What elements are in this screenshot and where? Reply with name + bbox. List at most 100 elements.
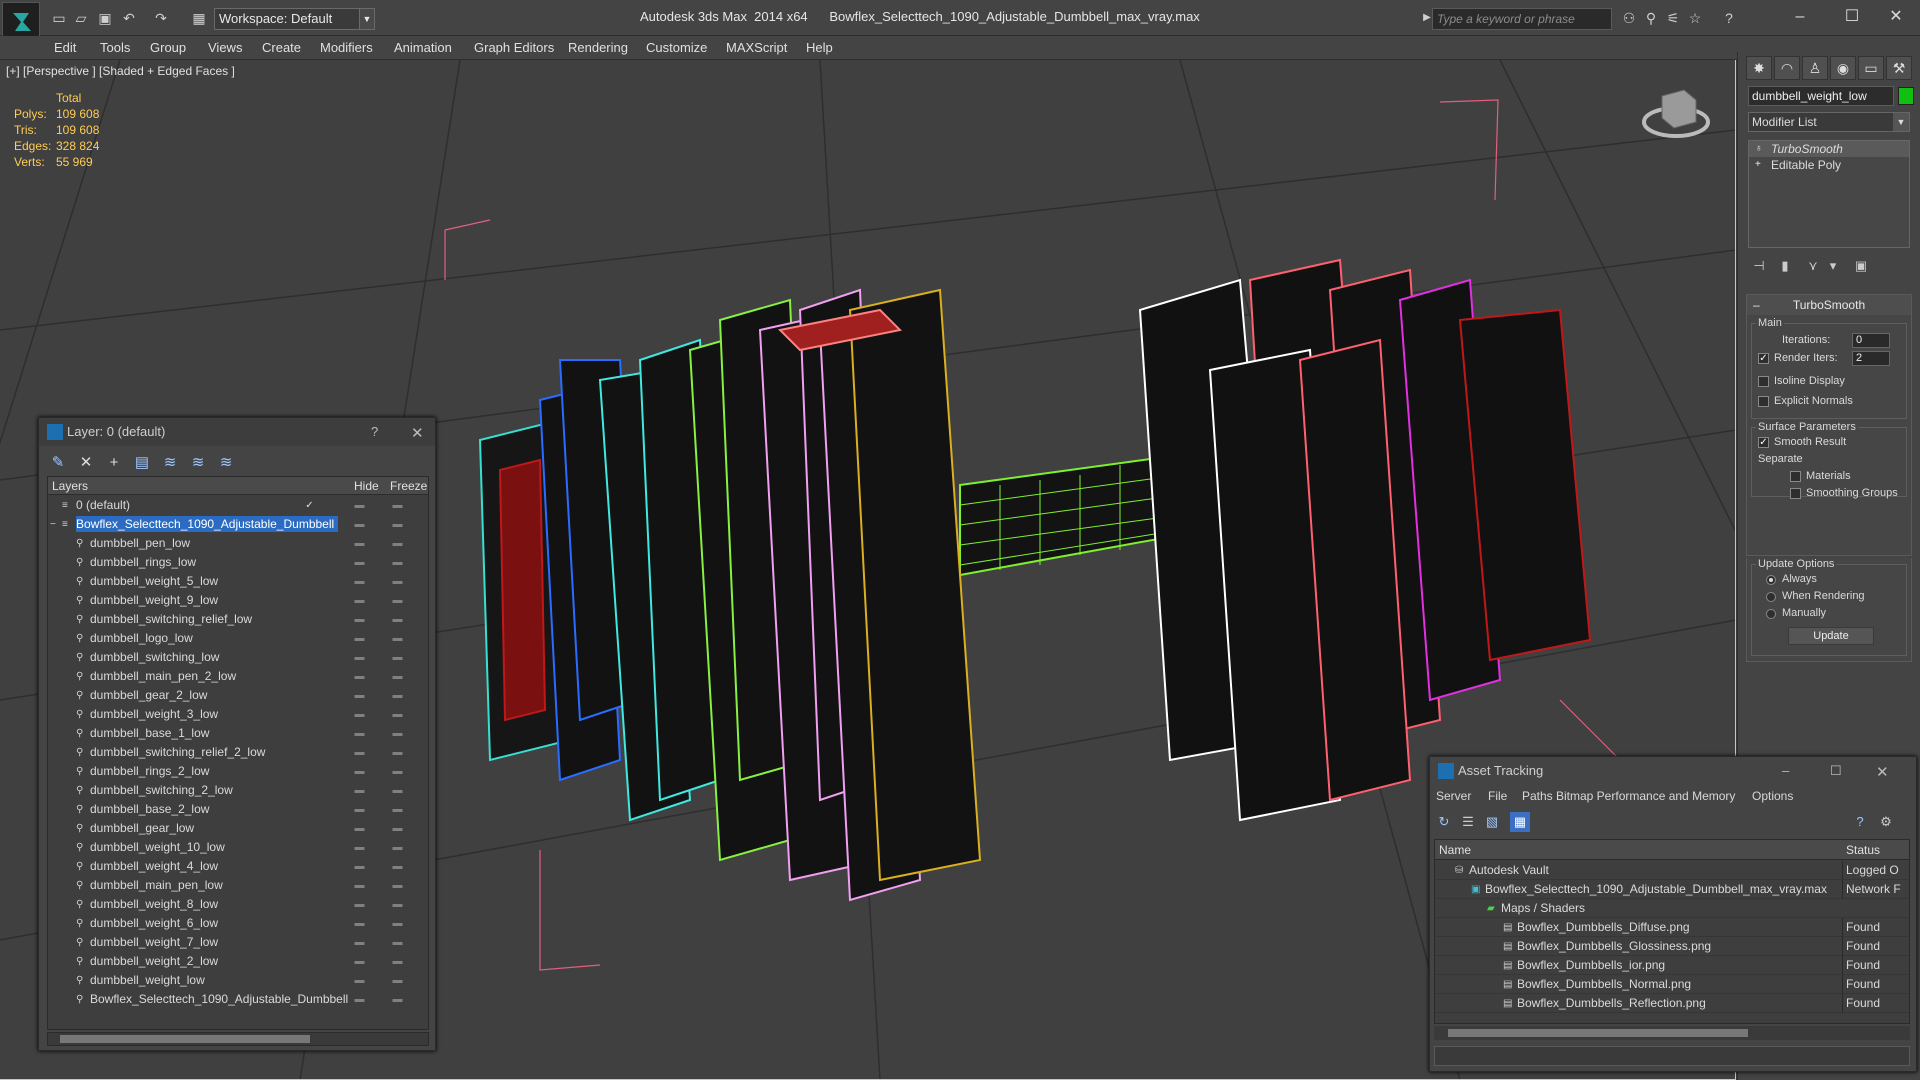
turbosmooth-rollout-header[interactable]: – TurboSmooth <box>1747 295 1911 315</box>
column-hide[interactable]: Hide <box>354 479 379 493</box>
motion-tab-icon[interactable]: ◉ <box>1830 56 1856 80</box>
freeze-toggle-icon[interactable]: ▬ <box>388 838 406 857</box>
layer-row[interactable]: ⚲ dumbbell_weight_low ▬ ▬ <box>48 971 428 990</box>
menu-group[interactable]: Group <box>150 40 186 55</box>
maximize-button[interactable]: ☐ <box>1832 6 1872 28</box>
hide-toggle-icon[interactable]: ▬ <box>350 857 368 876</box>
menu-modifiers[interactable]: Modifiers <box>320 40 373 55</box>
layer-row[interactable]: ⚲ dumbbell_weight_5_low ▬ ▬ <box>48 572 428 591</box>
collapse-icon[interactable]: − <box>50 519 60 530</box>
layer-row[interactable]: ⚲ dumbbell_weight_10_low ▬ ▬ <box>48 838 428 857</box>
scrollbar-thumb[interactable] <box>60 1035 310 1043</box>
freeze-toggle-icon[interactable]: ▬ <box>388 667 406 686</box>
hide-toggle-icon[interactable]: ▬ <box>350 933 368 952</box>
freeze-toggle-icon[interactable]: ▬ <box>388 781 406 800</box>
select-objects-icon[interactable]: ▤ <box>131 452 153 474</box>
menu-edit[interactable]: Edit <box>54 40 76 55</box>
freeze-toggle-icon[interactable]: ▬ <box>388 762 406 781</box>
hide-toggle-icon[interactable]: ▬ <box>350 800 368 819</box>
freeze-toggle-icon[interactable]: ▬ <box>388 857 406 876</box>
materials-checkbox[interactable] <box>1790 471 1801 482</box>
hide-toggle-icon[interactable]: ▬ <box>350 914 368 933</box>
subscription-icon[interactable]: ⚲ <box>1642 9 1660 27</box>
explicit-normals-checkbox[interactable] <box>1758 396 1769 407</box>
remove-modifier-icon[interactable]: ▾ <box>1822 258 1844 278</box>
delete-layer-icon[interactable]: ✕ <box>75 452 97 474</box>
menu-create[interactable]: Create <box>262 40 301 55</box>
hide-toggle-icon[interactable]: ▬ <box>350 534 368 553</box>
menu-views[interactable]: Views <box>208 40 242 55</box>
freeze-toggle-icon[interactable]: ▬ <box>388 933 406 952</box>
hide-toggle-icon[interactable]: ▬ <box>350 705 368 724</box>
create-tab-icon[interactable]: ✸ <box>1746 56 1772 80</box>
freeze-toggle-icon[interactable]: ▬ <box>388 914 406 933</box>
make-unique-icon[interactable]: ⋎ <box>1802 258 1824 278</box>
freeze-toggle-icon[interactable]: ▬ <box>388 743 406 762</box>
add-to-layer-icon[interactable]: + <box>103 452 125 474</box>
layer-row[interactable]: ⚲ dumbbell_weight_8_low ▬ ▬ <box>48 895 428 914</box>
communication-icon[interactable]: ⚟ <box>1664 9 1682 27</box>
chevron-down-icon[interactable]: ▼ <box>359 8 375 30</box>
layer-row[interactable]: ⚲ Bowflex_Selecttech_1090_Adjustable_Dumb… <box>48 990 428 1009</box>
hide-toggle-icon[interactable]: ▬ <box>350 686 368 705</box>
asset-window-titlebar[interactable]: Asset Tracking – ☐ ✕ <box>1430 757 1916 785</box>
current-layer-marker[interactable]: ✓ <box>300 496 318 515</box>
layer-row[interactable]: ⚲ dumbbell_weight_4_low ▬ ▬ <box>48 857 428 876</box>
layer-row[interactable]: ⚲ dumbbell_switching_2_low ▬ ▬ <box>48 781 428 800</box>
menu-graph-editors[interactable]: Graph Editors <box>474 40 554 55</box>
freeze-toggle-icon[interactable]: ▬ <box>388 819 406 838</box>
help-icon[interactable]: ? <box>1850 812 1870 832</box>
hierarchy-tab-icon[interactable]: ♙ <box>1802 56 1828 80</box>
hide-toggle-icon[interactable]: ▬ <box>350 515 368 534</box>
layer-row[interactable]: ⚲ dumbbell_weight_3_low ▬ ▬ <box>48 705 428 724</box>
smooth-result-checkbox[interactable]: ✓ <box>1758 437 1769 448</box>
hide-toggle-icon[interactable]: ▬ <box>350 667 368 686</box>
freeze-toggle-icon[interactable]: ▬ <box>388 705 406 724</box>
minimize-button[interactable]: – <box>1780 6 1820 28</box>
pin-stack-icon[interactable]: ⊣ <box>1748 258 1770 278</box>
menu-rendering[interactable]: Rendering <box>568 40 628 55</box>
layer-row[interactable]: ⚲ dumbbell_weight_7_low ▬ ▬ <box>48 933 428 952</box>
smoothing-groups-checkbox[interactable] <box>1790 488 1801 499</box>
layer-row[interactable]: ⚲ dumbbell_rings_2_low ▬ ▬ <box>48 762 428 781</box>
configure-modifier-sets-icon[interactable]: ▣ <box>1850 258 1872 278</box>
layer-row[interactable]: ⚲ dumbbell_gear_2_low ▬ ▬ <box>48 686 428 705</box>
horizontal-scrollbar[interactable] <box>1434 1026 1910 1040</box>
layer-row[interactable]: ⚲ dumbbell_rings_low ▬ ▬ <box>48 553 428 572</box>
layer-row[interactable]: ⚲ dumbbell_switching_low ▬ ▬ <box>48 648 428 667</box>
asset-row[interactable]: ⛁ Autodesk Vault Logged O <box>1435 861 1909 880</box>
highlight-layer-icon[interactable]: ≋ <box>159 452 181 474</box>
asset-row[interactable]: ▤ Bowflex_Dumbbells_Glossiness.png Found <box>1435 937 1909 956</box>
stack-item-editable-poly[interactable]: + Editable Poly <box>1749 157 1909 173</box>
hide-toggle-icon[interactable]: ▬ <box>350 496 368 515</box>
layer-row[interactable]: ⚲ dumbbell_main_pen_low ▬ ▬ <box>48 876 428 895</box>
layer-row[interactable]: ⚲ dumbbell_base_2_low ▬ ▬ <box>48 800 428 819</box>
asset-row[interactable]: ▤ Bowflex_Dumbbells_Normal.png Found <box>1435 975 1909 994</box>
render-iters-spinner[interactable]: 2 <box>1852 351 1890 366</box>
hide-toggle-icon[interactable]: ▬ <box>350 762 368 781</box>
menu-help[interactable]: Help <box>806 40 833 55</box>
freeze-toggle-icon[interactable]: ▬ <box>388 971 406 990</box>
binoculars-icon[interactable]: ⚇ <box>1620 9 1638 27</box>
hide-toggle-icon[interactable]: ▬ <box>350 553 368 572</box>
freeze-toggle-icon[interactable]: ▬ <box>388 591 406 610</box>
column-layers[interactable]: Layers <box>52 479 88 493</box>
render-iters-checkbox[interactable]: ✓ <box>1758 353 1769 364</box>
maximize-icon[interactable]: ☐ <box>1830 763 1842 779</box>
hide-toggle-icon[interactable]: ▬ <box>350 990 368 1009</box>
freeze-toggle-icon[interactable]: ▬ <box>388 952 406 971</box>
redo-icon[interactable]: ↷ <box>152 9 170 27</box>
horizontal-scrollbar[interactable] <box>47 1032 429 1046</box>
freeze-toggle-icon[interactable]: ▬ <box>388 724 406 743</box>
refresh-icon[interactable]: ↻ <box>1434 812 1454 832</box>
hide-toggle-icon[interactable]: ▬ <box>350 724 368 743</box>
open-file-icon[interactable]: ▱ <box>72 9 90 27</box>
layer-row[interactable]: ⚲ dumbbell_weight_9_low ▬ ▬ <box>48 591 428 610</box>
freeze-all-layers-icon[interactable]: ≋ <box>215 452 237 474</box>
freeze-toggle-icon[interactable]: ▬ <box>388 800 406 819</box>
create-new-layer-icon[interactable]: ✎ <box>47 452 69 474</box>
freeze-toggle-icon[interactable]: ▬ <box>388 572 406 591</box>
asset-menu-paths[interactable]: Paths <box>1522 789 1553 803</box>
app-logo-icon[interactable] <box>2 2 40 40</box>
hide-toggle-icon[interactable]: ▬ <box>350 952 368 971</box>
